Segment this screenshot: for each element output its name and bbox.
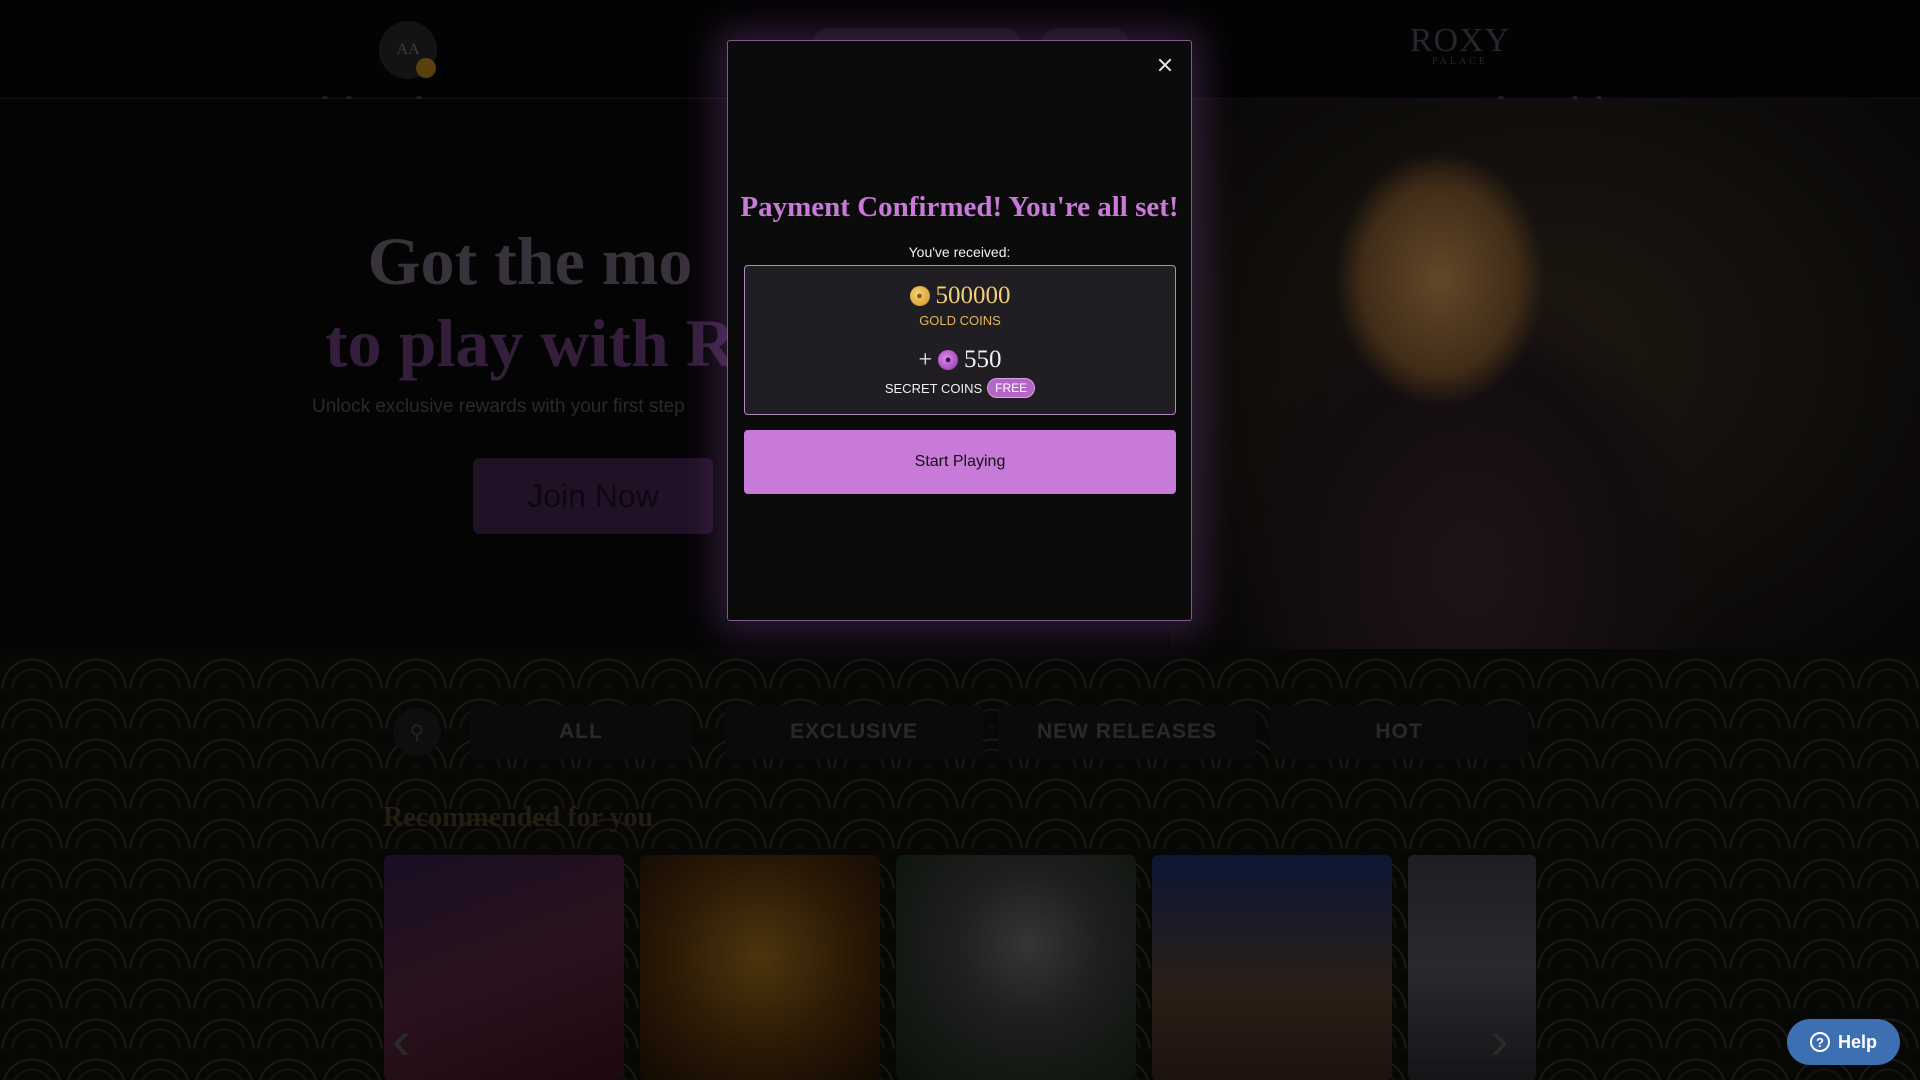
help-label: Help [1837,1031,1877,1052]
modal-title: Payment Confirmed! You're all set! [740,191,1179,223]
secret-coin-icon: ● [938,350,959,370]
gold-coin-icon: ● [909,286,930,306]
close-icon[interactable] [1151,51,1179,79]
plus-sign: + [918,346,933,373]
received-label: You've received: [908,244,1011,260]
gold-coins-label: GOLD COINS [919,313,1001,328]
gold-coins-row: ● 500000 [745,282,1175,310]
payment-confirmed-modal: Payment Confirmed! You're all set! You'v… [727,40,1192,621]
secret-coins-label: SECRET COINS [884,380,983,396]
gold-amount: 500000 [935,282,1011,309]
secret-coins-label-row: SECRET COINS FREE [745,378,1175,398]
secret-amount: 550 [964,346,1002,373]
question-icon: ? [1809,1032,1830,1052]
secret-coins-row: + ● 550 [745,346,1175,374]
help-button[interactable]: ? Help [1787,1019,1900,1065]
reward-box: ● 500000 GOLD COINS + ● 550 SECRET COINS… [744,265,1176,415]
start-playing-button[interactable]: Start Playing [744,430,1176,494]
free-badge: FREE [987,378,1036,398]
